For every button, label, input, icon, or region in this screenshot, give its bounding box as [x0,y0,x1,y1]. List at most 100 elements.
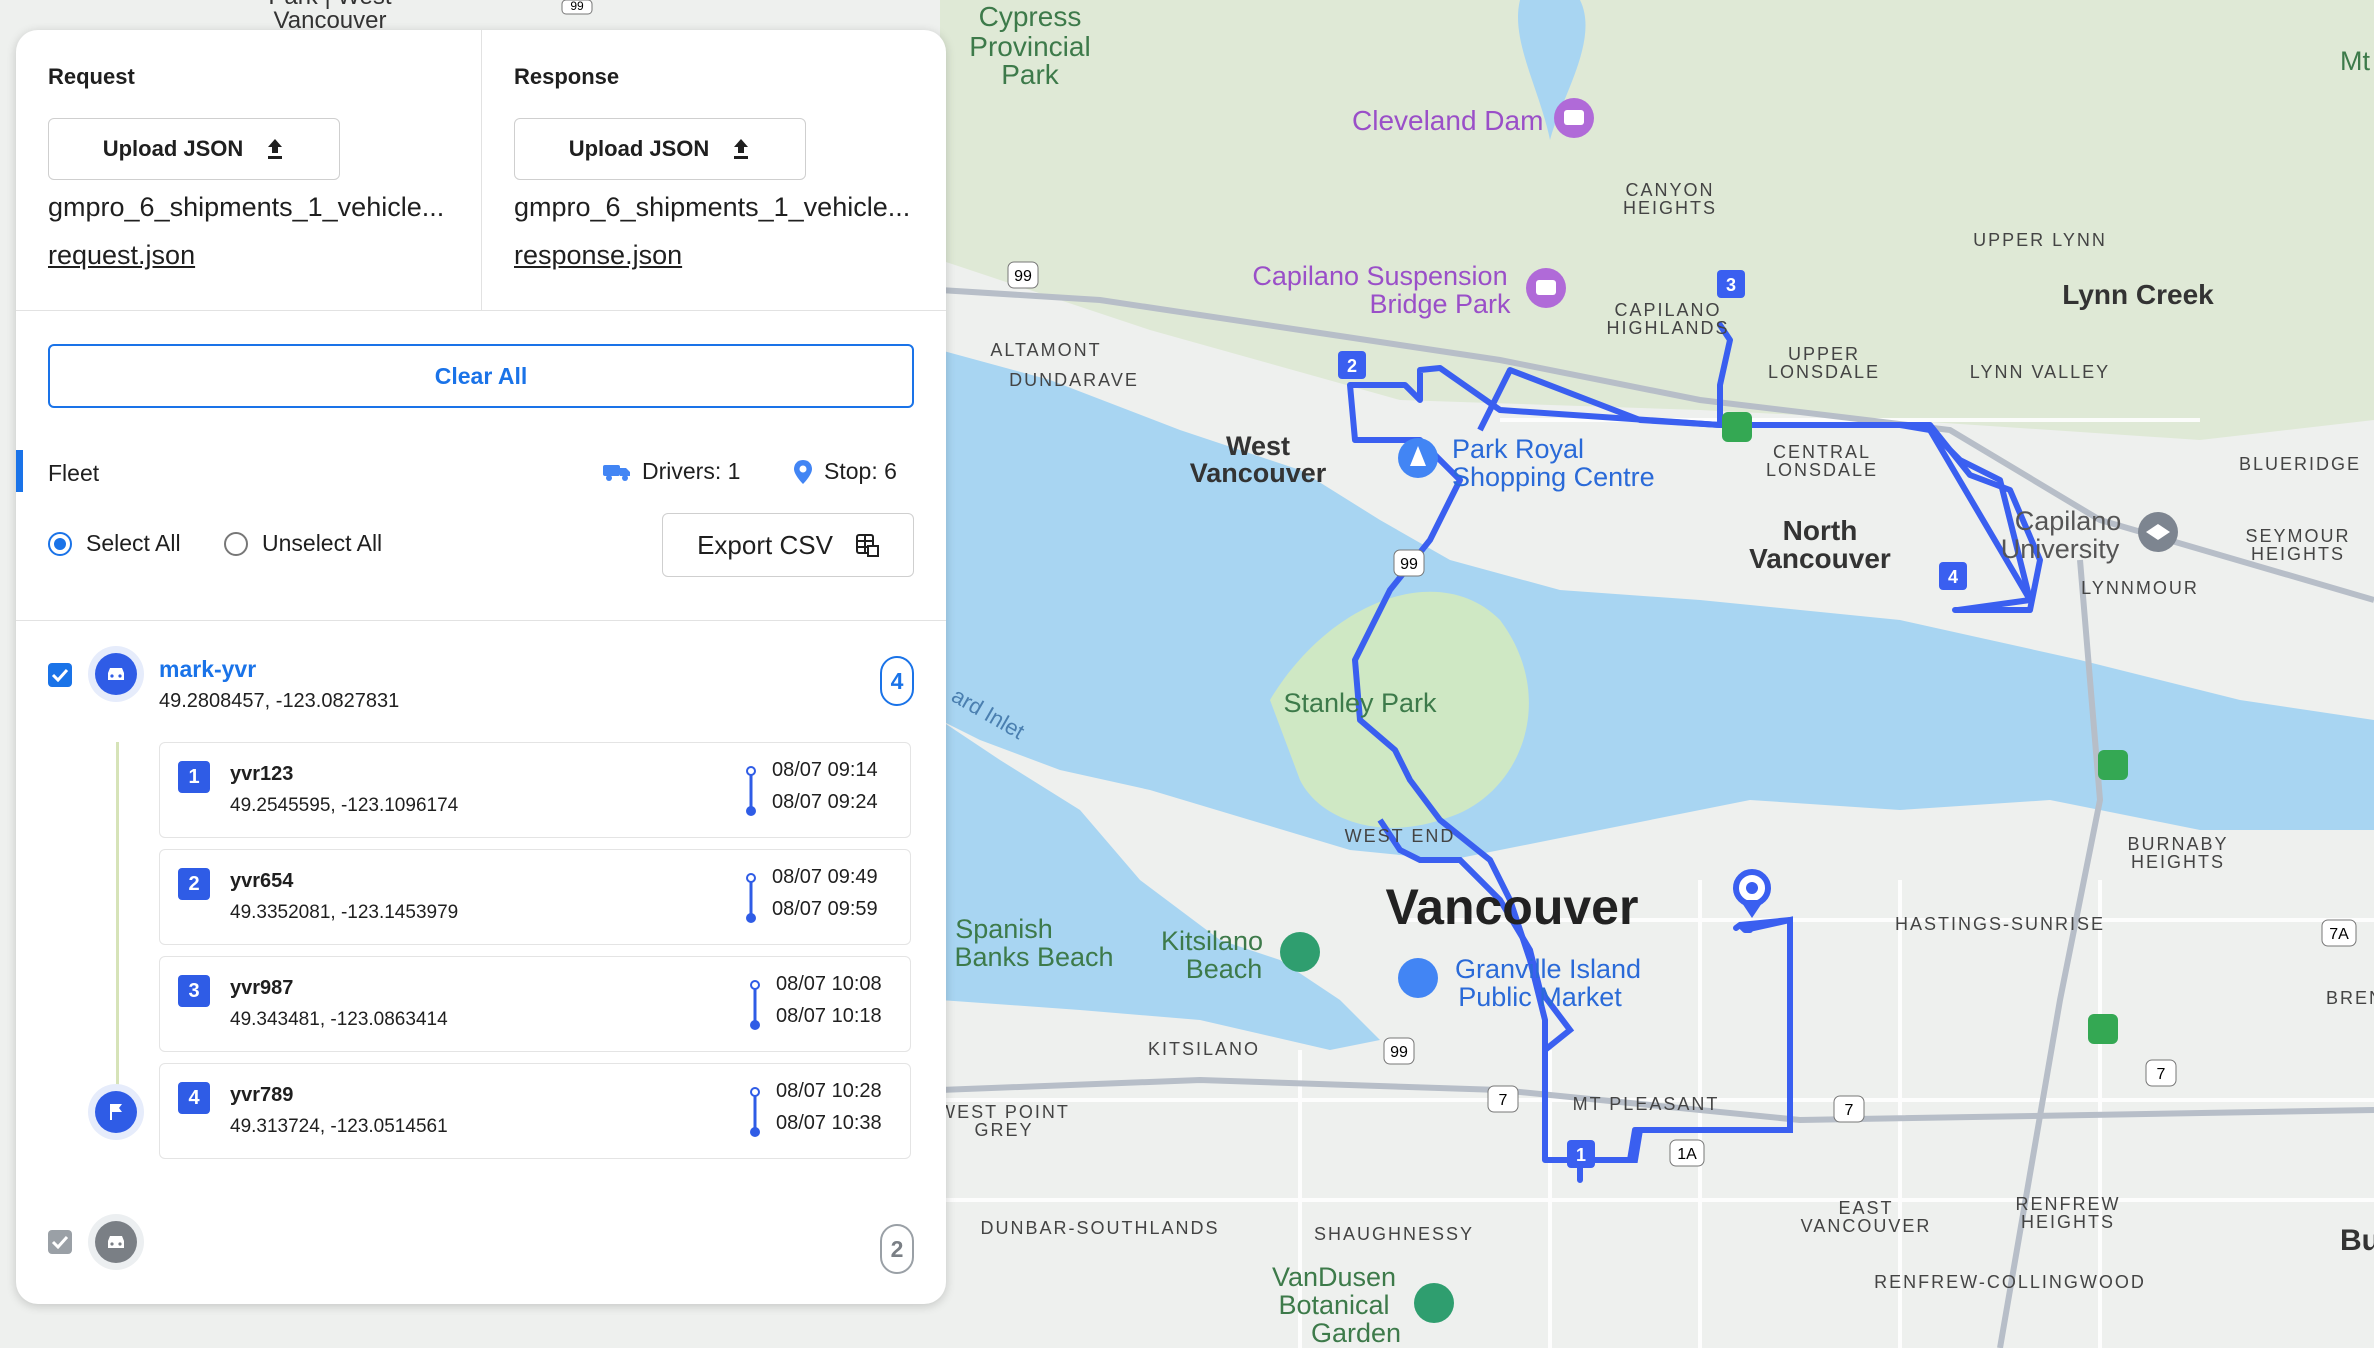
export-csv-label: Export CSV [697,529,833,560]
response-file-link[interactable]: response.json [514,240,682,271]
route-timeline [116,742,119,1122]
request-file-name: gmpro_6_shipments_1_vehicle... [48,192,445,222]
map-label: 7 [1499,1092,1508,1109]
map-label: HEIGHTS [2131,852,2225,872]
map-label: HEIGHTS [2021,1212,2115,1232]
time-window-icon [750,1087,760,1137]
map-label: CENTRAL [1773,442,1871,462]
map-label: 1A [1677,1146,1697,1163]
unselect-all-option[interactable]: Unselect All [224,530,382,557]
map-label: Botanical [1278,1290,1389,1320]
university-poi-icon [2138,512,2178,552]
camera-poi-icon [1526,268,1566,308]
shopping-poi-icon [1398,438,1438,478]
response-title: Response [514,64,620,89]
vehicle-avatar [88,646,144,702]
map-label: UPPER [1788,344,1860,364]
upload-icon [734,139,749,159]
map-label: Bu [2340,1224,2374,1257]
map-label: BURNABY [2127,834,2228,854]
export-csv-button[interactable]: Export CSV [662,513,914,577]
vehicle-stop-count-badge[interactable]: 4 [880,656,914,706]
select-all-label: Select All [86,530,181,556]
request-file-link[interactable]: request.json [48,240,195,271]
checkmark-icon [51,668,69,682]
map-label: WEST POINT [938,1102,1070,1122]
stop-card[interactable]: 4 yvr789 49.313724, -123.0514561 08/07 1… [159,1063,911,1159]
map-label: University [2001,534,2120,564]
time-window-icon [746,873,756,923]
stop-end-time: 08/07 10:18 [776,1005,882,1027]
map-label: 2 [1347,356,1357,376]
vehicle-name[interactable]: mark-yvr [159,656,256,683]
request-section: Request Upload JSON gmpro_6_shipments_1_… [16,30,482,310]
map-label: Bridge Park [1369,289,1511,319]
unselect-all-label: Unselect All [262,530,383,556]
stop-start-time: 08/07 09:14 [772,759,878,781]
stop-number-badge: 4 [178,1082,210,1114]
map-label: Park [1001,59,1060,90]
response-section: Response Upload JSON gmpro_6_shipments_1… [482,30,946,310]
map-label: 99 [1400,556,1418,573]
upload-button-label: Upload JSON [102,136,244,161]
stop-card[interactable]: 3 yvr987 49.343481, -123.0863414 08/07 1… [159,956,911,1052]
map-label: Vancouver [1386,879,1639,935]
stop-coordinates: 49.313724, -123.0514561 [230,1116,448,1137]
map-label: Granville Island [1455,954,1641,984]
clear-all-button[interactable]: Clear All [48,344,914,408]
divider [16,620,946,621]
stop-card[interactable]: 2 yvr654 49.3352081, -123.1453979 08/07 … [159,849,911,945]
map-marker-3[interactable]: 3 [1717,270,1745,298]
car-icon [108,668,124,680]
select-all-option[interactable]: Select All [48,530,181,557]
upload-button-label: Upload JSON [568,136,710,161]
stop-coordinates: 49.3352081, -123.1453979 [230,902,459,923]
response-upload-button[interactable]: Upload JSON [514,118,806,180]
map-label: Vancouver [1749,543,1891,574]
map-label: GREY [974,1120,1033,1140]
vehicle-stop-count-badge[interactable]: 2 [880,1224,914,1274]
stop-end-time: 08/07 09:24 [772,791,878,813]
map-label: LYNN VALLEY [1970,362,2110,382]
map-label: Vancouver [1190,458,1327,488]
truck-icon [603,464,630,481]
map-label: WEST END [1345,826,1456,846]
map-label: DUNBAR-SOUTHLANDS [980,1218,1219,1238]
map-marker-1[interactable]: 1 [1567,1140,1595,1168]
vehicle-checkbox[interactable] [48,663,72,687]
request-upload-button[interactable]: Upload JSON [48,118,340,180]
stop-id: yvr789 [230,1084,294,1106]
stop-end-time: 08/07 10:38 [776,1112,882,1134]
drivers-count: Drivers: 1 [602,458,740,485]
map-label: HASTINGS-SUNRISE [1895,914,2105,934]
map-label: RENFREW-COLLINGWOOD [1874,1272,2146,1292]
map-label: North [1783,515,1858,546]
map-label: Cypress [979,1,1082,32]
map-label: Garden [1311,1318,1401,1348]
vehicle-checkbox[interactable] [48,1230,72,1254]
map-label: HEIGHTS [1623,198,1717,218]
select-all-radio[interactable] [48,531,72,556]
stop-number-badge: 1 [178,761,210,793]
route-end-marker [88,1084,144,1140]
map-label: CAPILANO [1614,300,1721,320]
map-label: EAST [1838,1198,1893,1218]
stop-coordinates: 49.343481, -123.0863414 [230,1009,448,1030]
stop-start-time: 08/07 10:08 [776,973,882,995]
unselect-all-radio[interactable] [224,531,248,556]
stop-card[interactable]: 1 yvr123 49.2545595, -123.1096174 08/07 … [159,742,911,838]
stop-number-badge: 2 [178,868,210,900]
map-label: 3 [1726,275,1736,295]
map-label: 1 [1576,1145,1586,1165]
shopping-poi-icon [1398,958,1438,998]
vehicle-coordinates: 49.2808457, -123.0827831 [159,690,400,712]
map-label: Mt [2340,46,2370,76]
map-marker-2[interactable]: 2 [1338,351,1366,379]
garden-poi-icon [1414,1283,1454,1323]
map-label: Stanley Park [1283,688,1437,718]
map-marker-4[interactable]: 4 [1939,562,1967,590]
stop-id: yvr654 [230,870,294,892]
divider [16,310,946,311]
side-panel: Request Upload JSON gmpro_6_shipments_1_… [16,30,946,1304]
map-label: Provincial [969,31,1090,62]
